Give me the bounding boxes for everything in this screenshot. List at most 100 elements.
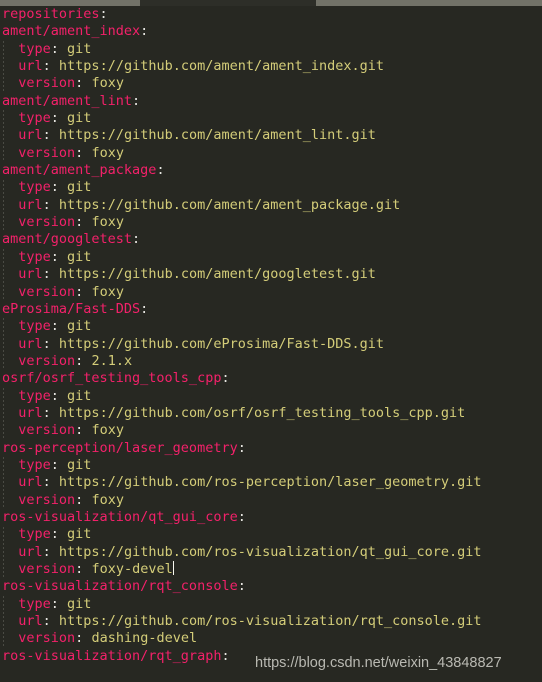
code-line[interactable]: version: 2.1.x [0, 353, 542, 370]
code-line[interactable]: type: git [0, 596, 542, 613]
code-line[interactable]: version: foxy [0, 422, 542, 439]
code-line[interactable]: url: https://github.com/eProsima/Fast-DD… [0, 336, 542, 353]
yaml-value: foxy [83, 75, 124, 92]
text-cursor [172, 561, 174, 575]
yaml-value: foxy [83, 283, 124, 300]
window-tab-strip [0, 0, 542, 6]
yaml-value: https://github.com/eProsima/Fast-DDS.git [50, 335, 385, 352]
code-line[interactable]: type: git [0, 41, 542, 58]
yaml-colon: : [50, 595, 59, 612]
code-line[interactable]: ament/ament_lint: [0, 93, 542, 110]
code-editor[interactable]: repositories: ament/ament_index: type: gi… [0, 6, 542, 682]
code-line[interactable]: repositories: [0, 6, 542, 23]
yaml-key: type [18, 526, 51, 543]
tab-strip-segment-left[interactable] [0, 0, 140, 6]
yaml-value: https://github.com/osrf/osrf_testing_too… [50, 404, 466, 421]
yaml-colon: : [42, 543, 51, 560]
code-line[interactable]: type: git [0, 318, 542, 335]
code-line[interactable]: type: git [0, 457, 542, 474]
yaml-key: type [18, 318, 51, 335]
code-line[interactable]: url: https://github.com/ament/googletest… [0, 266, 542, 283]
yaml-key: ros-visualization/qt_gui_core [2, 508, 238, 525]
yaml-value: 2.1.x [83, 352, 133, 369]
code-line[interactable]: osrf/osrf_testing_tools_cpp: [0, 370, 542, 387]
yaml-colon: : [50, 110, 59, 127]
yaml-colon: : [156, 162, 165, 179]
tab-strip-segment-right[interactable] [316, 0, 542, 6]
code-line[interactable]: ament/ament_package: [0, 162, 542, 179]
code-line[interactable]: version: foxy [0, 492, 542, 509]
code-line[interactable]: version: dashing-devel [0, 630, 542, 647]
yaml-value: foxy [83, 491, 124, 508]
code-line[interactable]: version: foxy [0, 284, 542, 301]
code-lines-container[interactable]: repositories: ament/ament_index: type: gi… [0, 6, 542, 665]
code-line[interactable]: type: git [0, 526, 542, 543]
code-line[interactable]: version: foxy [0, 145, 542, 162]
code-line[interactable]: url: https://github.com/ament/ament_inde… [0, 58, 542, 75]
code-line[interactable]: ros-visualization/rqt_console: [0, 578, 542, 595]
code-line[interactable]: ament/googletest: [0, 231, 542, 248]
yaml-colon: : [237, 439, 246, 456]
yaml-key: type [18, 387, 51, 404]
yaml-colon: : [237, 578, 246, 595]
code-line[interactable]: url: https://github.com/ros-visualizatio… [0, 544, 542, 561]
yaml-key: url [18, 335, 43, 352]
yaml-key: eProsima/Fast-DDS [2, 300, 141, 317]
yaml-key: url [18, 127, 43, 144]
code-line[interactable]: type: git [0, 388, 542, 405]
code-line[interactable]: ros-perception/laser_geometry: [0, 440, 542, 457]
yaml-key: version [18, 630, 76, 647]
yaml-value: https://github.com/ament/ament_index.git [50, 58, 385, 75]
yaml-key: type [18, 248, 51, 265]
yaml-key: version [18, 491, 76, 508]
code-line[interactable]: type: git [0, 249, 542, 266]
yaml-value: https://github.com/ros-visualization/rqt… [50, 613, 482, 630]
yaml-colon: : [50, 179, 59, 196]
yaml-key: type [18, 456, 51, 473]
code-line[interactable]: url: https://github.com/ament/ament_pack… [0, 197, 542, 214]
code-line[interactable]: url: https://github.com/osrf/osrf_testin… [0, 405, 542, 422]
yaml-key: version [18, 422, 76, 439]
yaml-value: foxy-devel [83, 561, 173, 577]
code-line[interactable]: url: https://github.com/ros-visualizatio… [0, 613, 542, 630]
code-line[interactable]: type: git [0, 179, 542, 196]
yaml-value: https://github.com/ros-visualization/qt_… [50, 543, 482, 560]
yaml-value: git [58, 318, 92, 335]
code-line[interactable]: eProsima/Fast-DDS: [0, 301, 542, 318]
yaml-key: version [18, 352, 76, 369]
yaml-colon: : [42, 335, 51, 352]
yaml-colon: : [237, 508, 246, 525]
code-line[interactable]: url: https://github.com/ament/ament_lint… [0, 127, 542, 144]
code-line[interactable]: version: foxy-devel [0, 561, 542, 578]
yaml-value: https://github.com/ament/googletest.git [50, 266, 376, 283]
yaml-colon: : [42, 127, 51, 144]
code-line[interactable]: url: https://github.com/ros-perception/l… [0, 474, 542, 491]
code-line[interactable]: ament/ament_index: [0, 23, 542, 40]
yaml-value: git [58, 456, 92, 473]
code-line[interactable]: type: git [0, 110, 542, 127]
code-line[interactable]: version: foxy [0, 214, 542, 231]
yaml-key: version [18, 561, 76, 577]
yaml-colon: : [50, 40, 59, 57]
code-line[interactable]: ros-visualization/rqt_graph: [0, 648, 542, 665]
yaml-value: foxy [83, 214, 124, 231]
yaml-value: dashing-devel [83, 630, 198, 647]
yaml-key: version [18, 75, 76, 92]
code-line[interactable]: version: foxy [0, 75, 542, 92]
code-line[interactable]: ros-visualization/qt_gui_core: [0, 509, 542, 526]
yaml-value: foxy [83, 144, 124, 161]
